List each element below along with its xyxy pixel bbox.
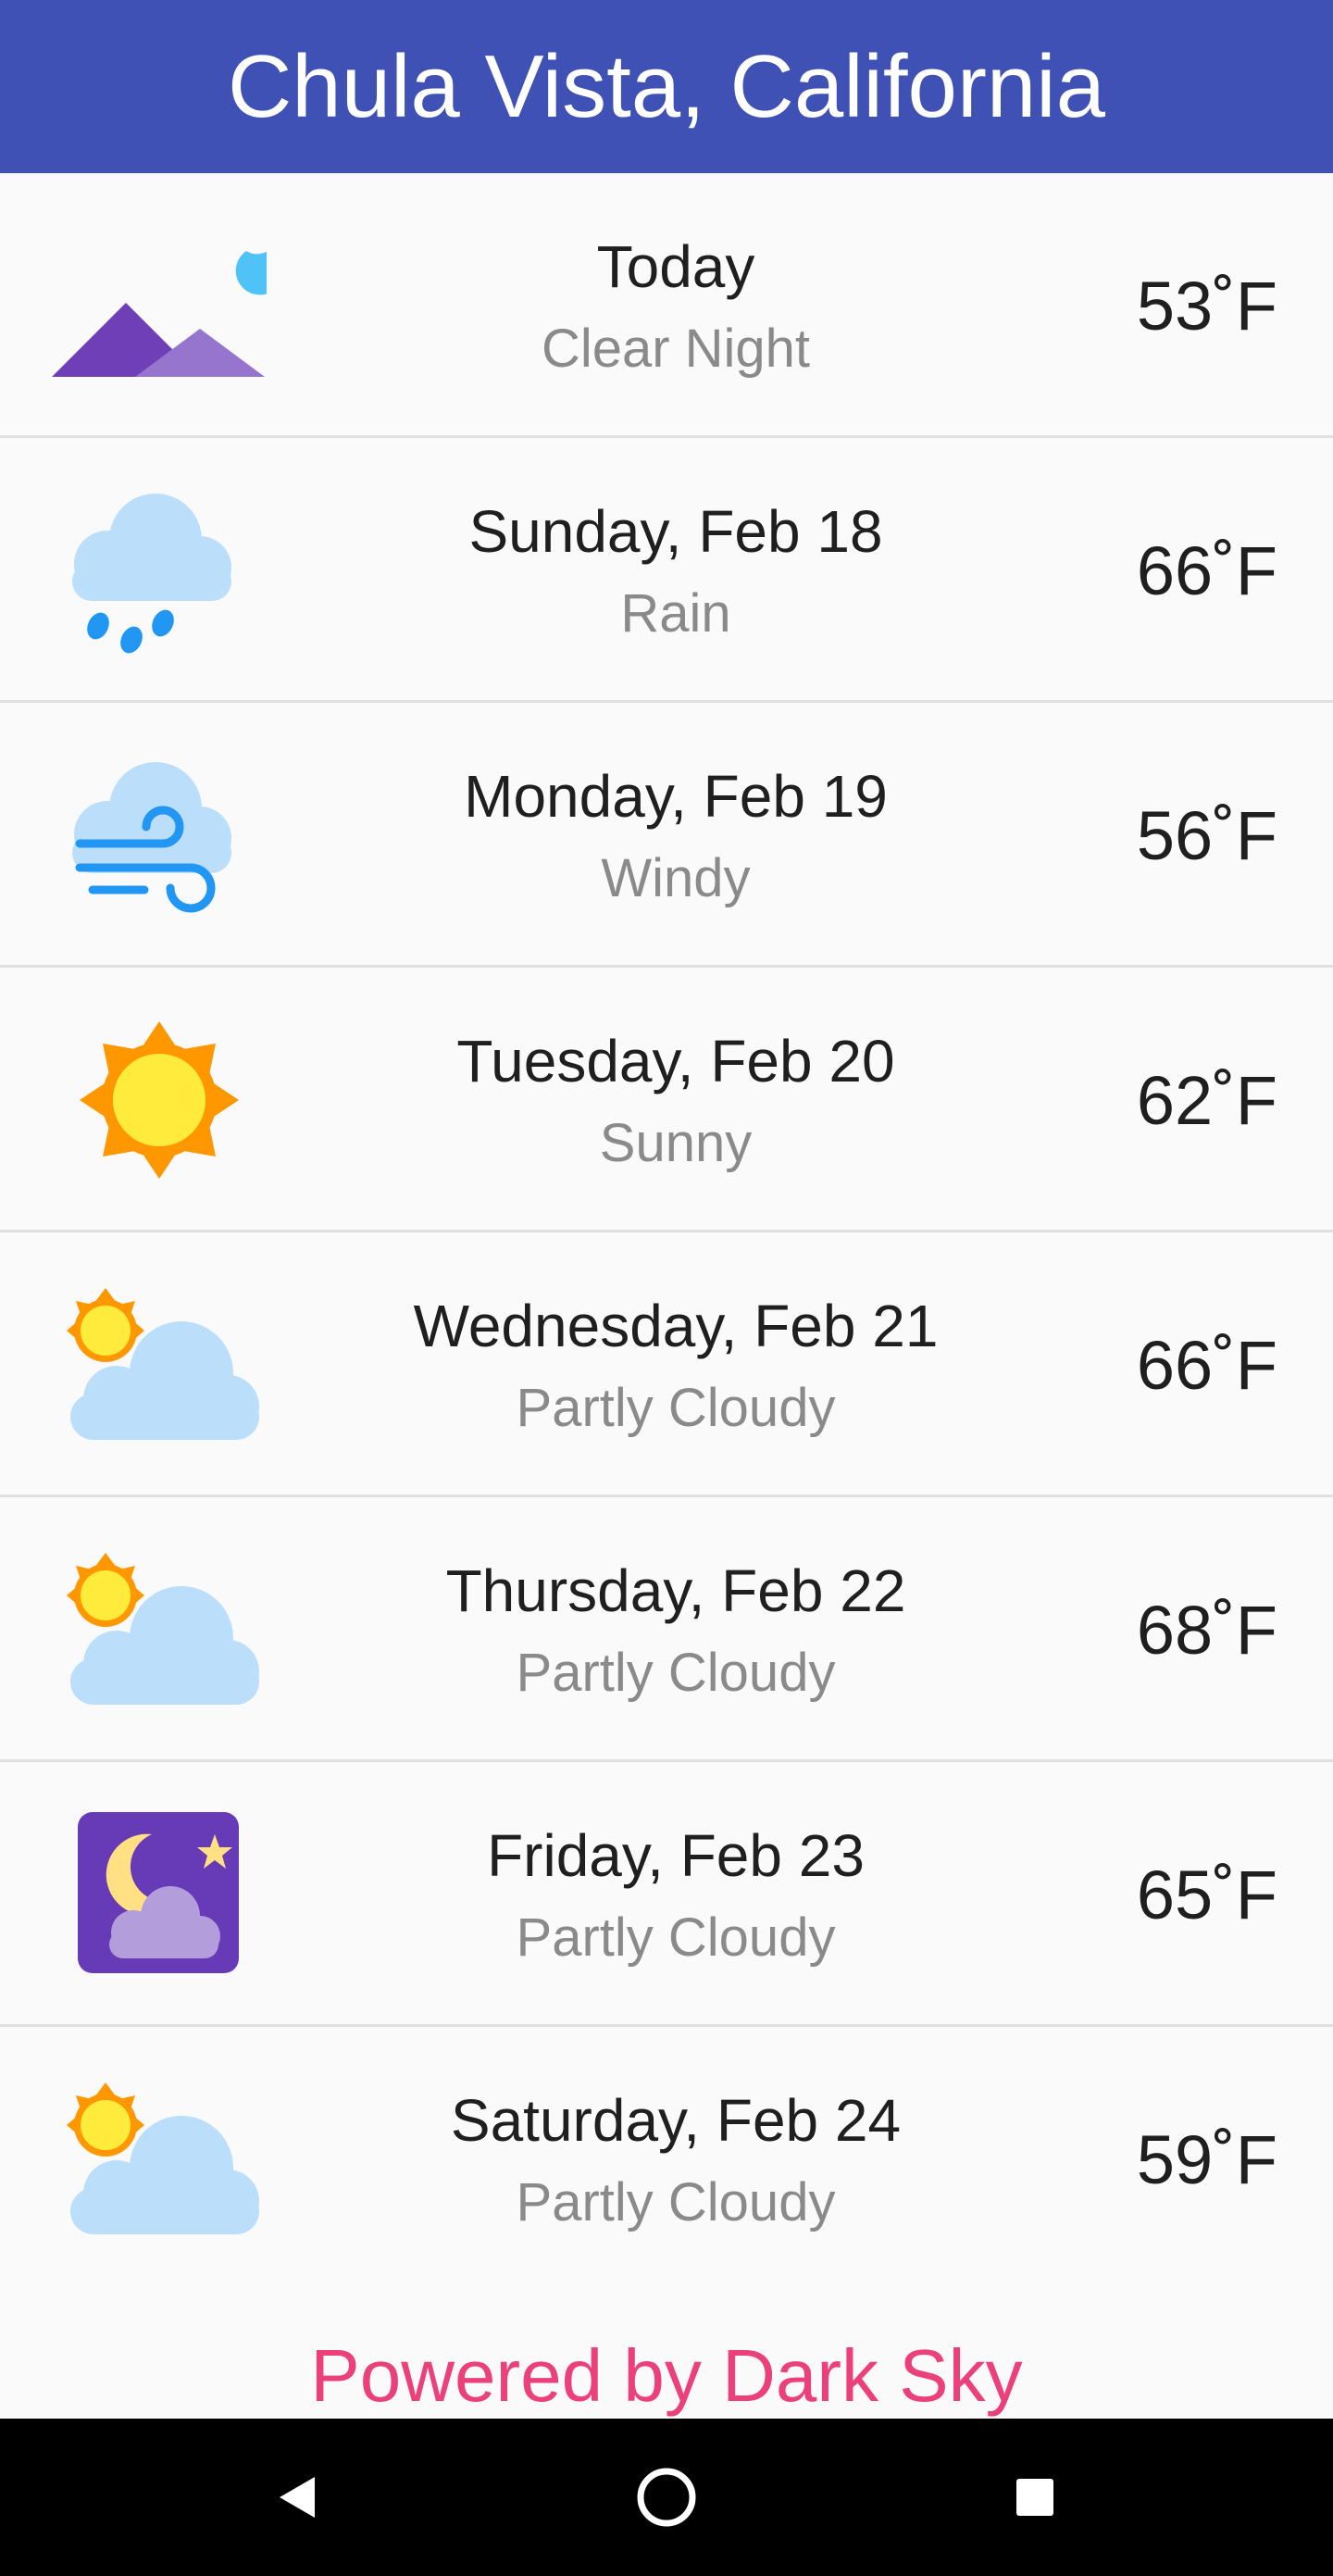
- forecast-row-friday[interactable]: Friday, Feb 23 Partly Cloudy 65˚F: [0, 1762, 1333, 2027]
- back-triangle-icon[interactable]: [259, 2460, 333, 2534]
- sun-icon: [52, 1012, 267, 1188]
- condition-label: Rain: [620, 583, 731, 644]
- temperature-value: 65˚F: [1136, 1856, 1277, 1933]
- home-circle-icon[interactable]: [629, 2460, 704, 2534]
- condition-label: Partly Cloudy: [516, 1907, 836, 1968]
- partly-cloudy-day-icon: [52, 1277, 267, 1453]
- temperature-value: 66˚F: [1136, 1326, 1277, 1404]
- temperature-value: 53˚F: [1136, 267, 1277, 344]
- forecast-row-thursday[interactable]: Thursday, Feb 22 Partly Cloudy 68˚F: [0, 1497, 1333, 1762]
- day-name: Tuesday, Feb 20: [456, 1028, 895, 1094]
- temperature-value: 56˚F: [1136, 796, 1277, 874]
- temperature-value: 62˚F: [1136, 1061, 1277, 1139]
- clear-night-icon: [52, 218, 267, 394]
- day-name: Sunday, Feb 18: [468, 498, 883, 565]
- forecast-row-monday[interactable]: Monday, Feb 19 Windy 56˚F: [0, 703, 1333, 968]
- day-name: Friday, Feb 23: [487, 1822, 865, 1889]
- partly-cloudy-day-icon: [52, 1542, 267, 1718]
- forecast-row-tuesday[interactable]: Tuesday, Feb 20 Sunny 62˚F: [0, 968, 1333, 1232]
- day-name: Wednesday, Feb 21: [413, 1293, 939, 1359]
- condition-label: Partly Cloudy: [516, 1378, 836, 1438]
- temperature-value: 66˚F: [1136, 531, 1277, 609]
- app-header: Chula Vista, California: [0, 0, 1333, 173]
- forecast-row-sunday[interactable]: Sunday, Feb 18 Rain 66˚F: [0, 438, 1333, 703]
- system-navigation-bar: [0, 2419, 1333, 2576]
- forecast-list: Today Clear Night 53˚F Sunday, Feb 18 Ra…: [0, 173, 1333, 2292]
- rain-icon: [52, 482, 267, 658]
- partly-cloudy-night-icon: [52, 1807, 267, 1982]
- temperature-value: 59˚F: [1136, 2120, 1277, 2198]
- condition-label: Clear Night: [541, 319, 811, 379]
- forecast-row-wednesday[interactable]: Wednesday, Feb 21 Partly Cloudy 66˚F: [0, 1232, 1333, 1497]
- weather-app: Chula Vista, California Today Clear Nigh…: [0, 0, 1333, 2576]
- recents-square-icon[interactable]: [998, 2460, 1072, 2534]
- condition-label: Sunny: [599, 1113, 753, 1173]
- day-name: Today: [596, 233, 755, 300]
- forecast-row-today[interactable]: Today Clear Night 53˚F: [0, 173, 1333, 438]
- condition-label: Windy: [601, 848, 751, 908]
- temperature-value: 68˚F: [1136, 1591, 1277, 1669]
- dark-sky-attribution-link[interactable]: Powered by Dark Sky: [0, 2333, 1333, 2419]
- partly-cloudy-day-icon: [52, 2071, 267, 2247]
- wind-icon: [52, 747, 267, 923]
- forecast-row-saturday[interactable]: Saturday, Feb 24 Partly Cloudy 59˚F: [0, 2027, 1333, 2292]
- day-name: Thursday, Feb 22: [445, 1557, 906, 1624]
- location-title: Chula Vista, California: [227, 36, 1106, 136]
- condition-label: Partly Cloudy: [516, 2172, 836, 2232]
- day-name: Saturday, Feb 24: [450, 2087, 902, 2154]
- day-name: Monday, Feb 19: [464, 763, 888, 830]
- condition-label: Partly Cloudy: [516, 1643, 836, 1703]
